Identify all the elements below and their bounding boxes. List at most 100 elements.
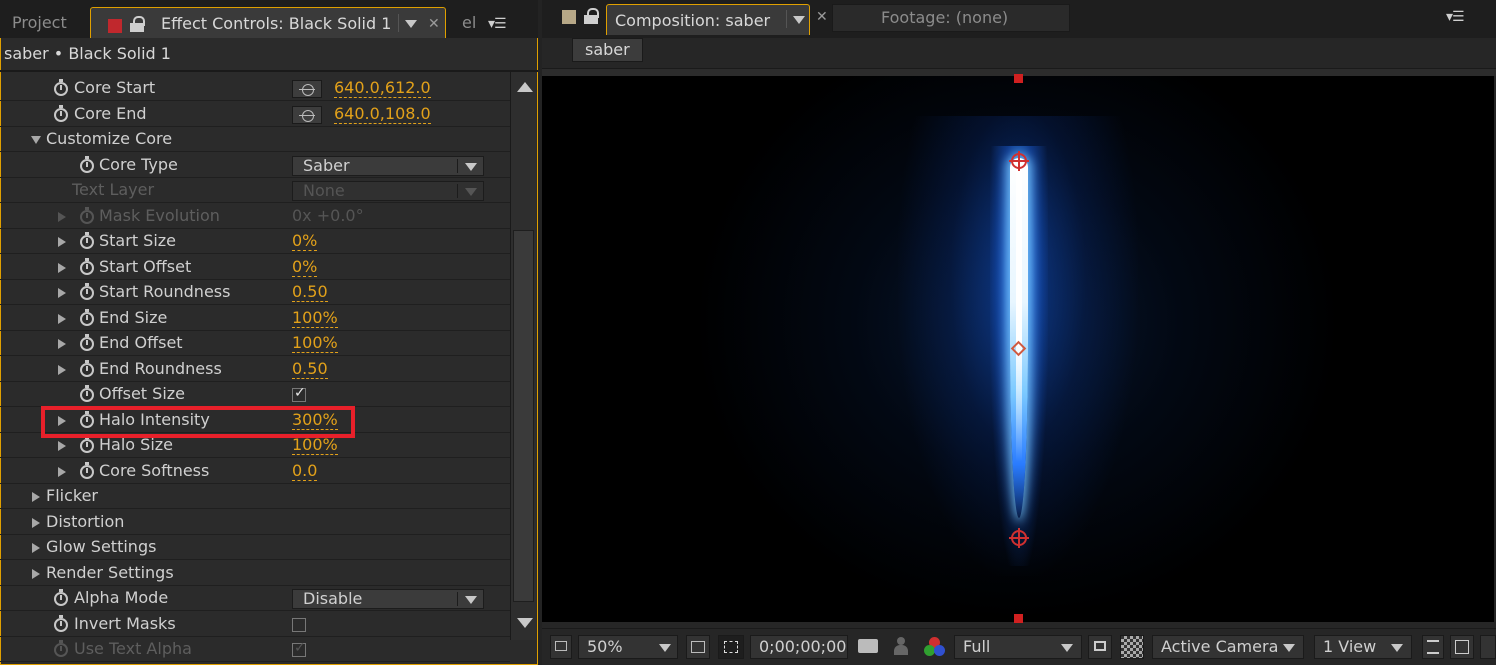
mask-visibility-button[interactable] — [718, 635, 744, 659]
zoom-select[interactable]: 50% — [578, 635, 678, 659]
expand-triangle-icon[interactable] — [31, 136, 41, 144]
prop-value-end-roundness[interactable]: 0.50 — [292, 359, 328, 379]
stopwatch-icon[interactable] — [54, 589, 68, 606]
lock-icon[interactable] — [584, 8, 600, 25]
show-snapshot-icon[interactable] — [894, 637, 908, 655]
stopwatch-icon[interactable] — [54, 104, 68, 122]
core-end-target-icon[interactable] — [1009, 151, 1029, 171]
toggle-pixel-aspect-button[interactable] — [1422, 635, 1444, 659]
panel-menu-icon[interactable]: ▾☰ — [1446, 9, 1465, 25]
expand-triangle-icon[interactable] — [32, 543, 40, 553]
stopwatch-icon[interactable] — [80, 461, 94, 479]
scroll-thumb[interactable] — [513, 230, 534, 602]
prop-value-start-roundness[interactable]: 0.50 — [292, 282, 328, 302]
expand-triangle-icon[interactable] — [58, 364, 66, 375]
prop-value-start-offset[interactable]: 0% — [292, 257, 318, 277]
stopwatch-icon[interactable] — [80, 385, 94, 402]
expand-triangle-icon[interactable] — [32, 517, 40, 528]
transparency-grid-button[interactable] — [1120, 635, 1144, 659]
right-tab-bar: Composition: saber ✕ Footage: (none) ▾☰ — [542, 0, 1496, 38]
tab-composition[interactable]: Composition: saber — [606, 4, 810, 35]
channel-icon[interactable] — [924, 637, 946, 657]
panel-menu-icon[interactable]: ▾☰ — [488, 16, 507, 32]
prop-value-core-softness[interactable]: 0.0 — [292, 461, 318, 481]
tab-dropdown-button[interactable] — [398, 14, 420, 32]
resolution-select[interactable]: Full — [954, 635, 1082, 659]
select-value: None — [303, 181, 345, 200]
prop-value-core-end[interactable]: 640.0,108.0 — [334, 104, 431, 124]
stopwatch-icon[interactable] — [80, 436, 94, 453]
layer-color-swatch — [108, 19, 122, 33]
always-preview-button[interactable] — [550, 635, 572, 659]
prop-value-halo-size[interactable]: 100% — [292, 435, 338, 455]
expand-triangle-icon[interactable] — [32, 492, 40, 502]
expand-triangle-icon[interactable] — [58, 313, 66, 324]
point-picker-button[interactable] — [292, 80, 322, 98]
point-picker-button[interactable] — [292, 105, 322, 124]
grid-guide-button[interactable] — [686, 635, 710, 659]
stopwatch-icon[interactable] — [80, 283, 94, 300]
prop-row-end-roundness: End Roundness 0.50 — [0, 357, 510, 382]
group-glow-settings[interactable]: Glow Settings — [0, 535, 510, 560]
fast-previews-button[interactable] — [1450, 635, 1474, 659]
expand-triangle-icon[interactable] — [58, 441, 66, 451]
offset-size-checkbox[interactable] — [292, 385, 306, 402]
scroll-up-icon[interactable] — [517, 82, 533, 92]
timecode-field[interactable]: 0;00;00;00 — [750, 635, 848, 659]
select-value: Saber — [303, 155, 350, 175]
expand-triangle-icon[interactable] — [58, 339, 66, 349]
prop-value-end-size[interactable]: 100% — [292, 308, 338, 328]
view-layout-select[interactable]: 1 View — [1314, 635, 1412, 659]
layer-header: saber • Black Solid 1 — [4, 44, 171, 63]
layer-handle-top[interactable] — [1014, 74, 1023, 83]
prop-value-end-offset[interactable]: 100% — [292, 333, 338, 353]
prop-label: Core End — [74, 103, 147, 123]
group-flicker[interactable]: Flicker — [0, 484, 510, 509]
close-icon[interactable]: ✕ — [428, 16, 440, 32]
tab-partial[interactable]: el — [462, 7, 476, 38]
prop-value-start-size[interactable]: 0% — [292, 231, 318, 251]
stopwatch-icon[interactable] — [80, 155, 94, 173]
scroll-down-icon[interactable] — [517, 618, 533, 628]
stopwatch-icon[interactable] — [54, 614, 68, 632]
stopwatch-icon[interactable] — [80, 232, 94, 249]
prop-label: Text Layer — [72, 180, 155, 199]
composition-viewer[interactable] — [542, 76, 1494, 622]
stopwatch-icon[interactable] — [80, 359, 94, 377]
group-customize-core[interactable]: Customize Core — [0, 127, 510, 152]
divider — [0, 70, 538, 72]
prop-label: Offset Size — [99, 384, 185, 403]
stopwatch-icon[interactable] — [80, 308, 94, 326]
camera-select[interactable]: Active Camera — [1152, 635, 1304, 659]
expand-triangle-icon[interactable] — [58, 237, 66, 247]
stopwatch-icon[interactable] — [80, 257, 94, 275]
lock-icon[interactable] — [130, 16, 146, 33]
expand-triangle-icon[interactable] — [32, 568, 40, 579]
core-type-select[interactable]: Saber — [292, 155, 484, 176]
stopwatch-icon — [54, 640, 68, 657]
comp-breadcrumb-saber[interactable]: saber — [572, 38, 643, 62]
vertical-scrollbar[interactable] — [510, 72, 536, 640]
tab-dropdown-button[interactable] — [786, 10, 808, 28]
snapshot-icon[interactable] — [858, 639, 878, 653]
stopwatch-icon[interactable] — [80, 334, 94, 351]
expand-triangle-icon[interactable] — [58, 466, 66, 477]
layer-handle-bottom[interactable] — [1014, 614, 1023, 623]
stopwatch-icon[interactable] — [54, 79, 68, 96]
invert-masks-checkbox[interactable] — [292, 617, 306, 632]
expand-triangle-icon[interactable] — [58, 288, 66, 298]
close-icon[interactable]: ✕ — [816, 9, 828, 25]
tab-footage[interactable]: Footage: (none) — [832, 4, 1070, 32]
core-start-target-icon[interactable] — [1009, 528, 1029, 548]
tab-project[interactable]: Project — [12, 7, 67, 38]
chevron-down-icon — [405, 20, 417, 28]
alpha-mode-select[interactable]: Disable — [292, 589, 484, 609]
prop-label: Start Roundness — [99, 282, 231, 301]
expand-triangle-icon[interactable] — [58, 262, 66, 273]
prop-row-core-type: Core Type Saber — [0, 153, 510, 178]
group-distortion[interactable]: Distortion — [0, 510, 510, 535]
region-of-interest-button[interactable] — [1088, 635, 1112, 659]
group-render-settings[interactable]: Render Settings — [0, 561, 510, 586]
prop-value-core-start[interactable]: 640.0,612.0 — [334, 78, 431, 98]
timeline-button[interactable] — [1480, 635, 1496, 659]
